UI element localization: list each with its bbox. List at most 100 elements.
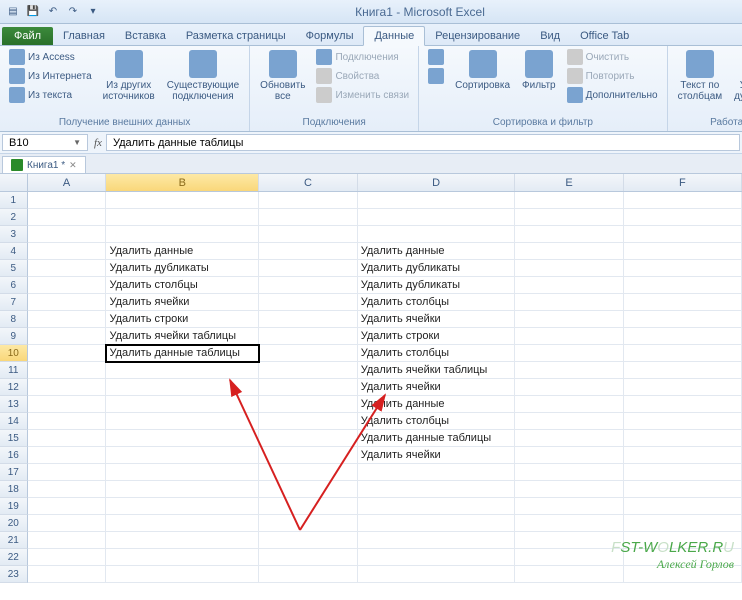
cell-C15[interactable] [259,430,358,447]
cell-E16[interactable] [515,447,623,464]
close-tab-icon[interactable]: ✕ [69,160,77,171]
cell-A11[interactable] [28,362,107,379]
cell-D8[interactable]: Удалить ячейки [358,311,516,328]
cell-E10[interactable] [515,345,623,362]
cell-B4[interactable]: Удалить данные [106,243,259,260]
cell-D18[interactable] [358,481,516,498]
cell-D17[interactable] [358,464,516,481]
column-header-B[interactable]: B [106,174,259,191]
cell-A14[interactable] [28,413,107,430]
cell-D5[interactable]: Удалить дубликаты [358,260,516,277]
row-header[interactable]: 13 [0,396,28,413]
cell-D9[interactable]: Удалить строки [358,328,516,345]
cell-E3[interactable] [515,226,623,243]
cell-D14[interactable]: Удалить столбцы [358,413,516,430]
cell-B18[interactable] [106,481,259,498]
row-header[interactable]: 9 [0,328,28,345]
cell-B23[interactable] [106,566,259,583]
from-text-button[interactable]: Из текста [6,86,95,104]
column-header-E[interactable]: E [515,174,623,191]
cell-C3[interactable] [259,226,358,243]
cell-D1[interactable] [358,192,516,209]
cell-E2[interactable] [515,209,623,226]
cell-E14[interactable] [515,413,623,430]
cell-A10[interactable] [28,345,107,362]
advanced-filter-button[interactable]: Дополнительно [564,86,661,104]
ribbon-tab-рецензирование[interactable]: Рецензирование [425,27,530,45]
cell-E18[interactable] [515,481,623,498]
cell-F17[interactable] [624,464,742,481]
cell-D15[interactable]: Удалить данные таблицы [358,430,516,447]
ribbon-tab-главная[interactable]: Главная [53,27,115,45]
cell-F19[interactable] [624,498,742,515]
cell-B13[interactable] [106,396,259,413]
cell-D20[interactable] [358,515,516,532]
row-header[interactable]: 23 [0,566,28,583]
cell-C10[interactable] [259,345,358,362]
ribbon-tab-формулы[interactable]: Формулы [296,27,364,45]
cell-F7[interactable] [624,294,742,311]
cell-C21[interactable] [259,532,358,549]
cell-A13[interactable] [28,396,107,413]
cell-E17[interactable] [515,464,623,481]
cell-D11[interactable]: Удалить ячейки таблицы [358,362,516,379]
cell-E22[interactable] [515,549,623,566]
column-header-C[interactable]: C [259,174,358,191]
row-header[interactable]: 2 [0,209,28,226]
row-header[interactable]: 7 [0,294,28,311]
cell-E4[interactable] [515,243,623,260]
cell-F8[interactable] [624,311,742,328]
connections-button[interactable]: Подключения [313,48,412,66]
cell-B12[interactable] [106,379,259,396]
cell-B8[interactable]: Удалить строки [106,311,259,328]
cell-A21[interactable] [28,532,107,549]
cell-B2[interactable] [106,209,259,226]
cell-F4[interactable] [624,243,742,260]
cell-C13[interactable] [259,396,358,413]
row-header[interactable]: 15 [0,430,28,447]
cell-B1[interactable] [106,192,259,209]
workbook-tab[interactable]: Книга1 * ✕ [2,156,86,173]
cell-A9[interactable] [28,328,107,345]
cell-F6[interactable] [624,277,742,294]
cell-F10[interactable] [624,345,742,362]
cell-E8[interactable] [515,311,623,328]
from-web-button[interactable]: Из Интернета [6,67,95,85]
cell-B3[interactable] [106,226,259,243]
cell-F20[interactable] [624,515,742,532]
cell-B5[interactable]: Удалить дубликаты [106,260,259,277]
cell-B11[interactable] [106,362,259,379]
cell-C4[interactable] [259,243,358,260]
cell-A18[interactable] [28,481,107,498]
row-header[interactable]: 20 [0,515,28,532]
cell-A12[interactable] [28,379,107,396]
cell-E23[interactable] [515,566,623,583]
cell-F3[interactable] [624,226,742,243]
cell-C12[interactable] [259,379,358,396]
cell-F9[interactable] [624,328,742,345]
cell-C18[interactable] [259,481,358,498]
row-header[interactable]: 11 [0,362,28,379]
cell-C9[interactable] [259,328,358,345]
ribbon-tab-office-tab[interactable]: Office Tab [570,27,639,45]
cell-A8[interactable] [28,311,107,328]
cell-D13[interactable]: Удалить данные [358,396,516,413]
column-header-D[interactable]: D [358,174,516,191]
cell-A5[interactable] [28,260,107,277]
cell-E5[interactable] [515,260,623,277]
cell-A22[interactable] [28,549,107,566]
cell-E7[interactable] [515,294,623,311]
sort-desc-button[interactable] [425,67,447,85]
name-box[interactable]: B10 ▼ [2,134,88,151]
cell-B20[interactable] [106,515,259,532]
cell-B19[interactable] [106,498,259,515]
ribbon-tab-вставка[interactable]: Вставка [115,27,176,45]
sort-asc-button[interactable] [425,48,447,66]
cell-C8[interactable] [259,311,358,328]
row-header[interactable]: 19 [0,498,28,515]
cell-A16[interactable] [28,447,107,464]
fx-icon[interactable]: fx [94,137,102,149]
ribbon-tab-вид[interactable]: Вид [530,27,570,45]
cell-F16[interactable] [624,447,742,464]
undo-icon[interactable]: ↶ [44,3,62,21]
